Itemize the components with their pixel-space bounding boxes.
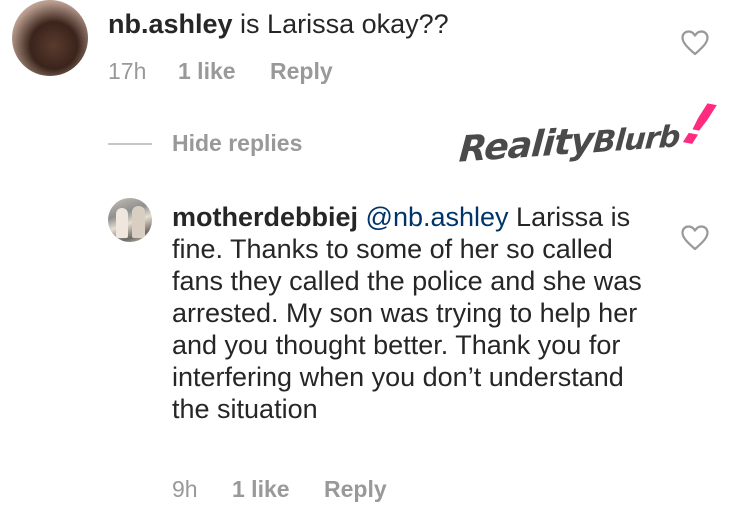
- heart-icon[interactable]: [681, 225, 709, 251]
- avatar-figure: [132, 206, 145, 238]
- watermark-word-1: Reality: [457, 120, 595, 171]
- comment-2-time: 9h: [172, 476, 198, 502]
- comment-1-text: is Larissa okay??: [232, 9, 449, 39]
- comment-1-meta: 17h 1 like Reply: [108, 58, 333, 85]
- comment-2-body: motherdebbiej @nb.ashley Larissa is fine…: [172, 201, 642, 425]
- avatar-motherdebbiej[interactable]: [108, 198, 152, 242]
- comment-1-body: nb.ashley is Larissa okay??: [108, 8, 628, 40]
- hide-replies-toggle[interactable]: Hide replies: [108, 130, 302, 157]
- watermark-exclamation: !: [673, 91, 725, 160]
- watermark-wordmark: RealityBlurb: [458, 114, 681, 170]
- comment-2-likes[interactable]: 1 like: [232, 476, 324, 503]
- heart-icon[interactable]: [681, 30, 709, 56]
- avatar-nb-ashley[interactable]: [12, 0, 88, 76]
- watermark-word-2: Blurb: [591, 119, 681, 161]
- reality-blurb-watermark: RealityBlurb !: [458, 91, 725, 178]
- avatar-figure: [116, 208, 128, 238]
- comment-1-username[interactable]: nb.ashley: [108, 9, 233, 39]
- comment-1-time: 17h: [108, 58, 147, 84]
- comment-1-reply-button[interactable]: Reply: [270, 58, 333, 85]
- hide-replies-divider: [108, 142, 152, 145]
- comment-2-username[interactable]: motherdebbiej: [172, 202, 358, 232]
- hide-replies-label[interactable]: Hide replies: [172, 130, 302, 157]
- comment-2-meta: 9h 1 like Reply: [172, 476, 387, 503]
- comment-2-mention[interactable]: @nb.ashley: [366, 202, 509, 232]
- comment-1-likes[interactable]: 1 like: [178, 58, 270, 85]
- comment-2-text: Larissa is fine. Thanks to some of her s…: [172, 202, 642, 424]
- comment-2-reply-button[interactable]: Reply: [324, 476, 387, 503]
